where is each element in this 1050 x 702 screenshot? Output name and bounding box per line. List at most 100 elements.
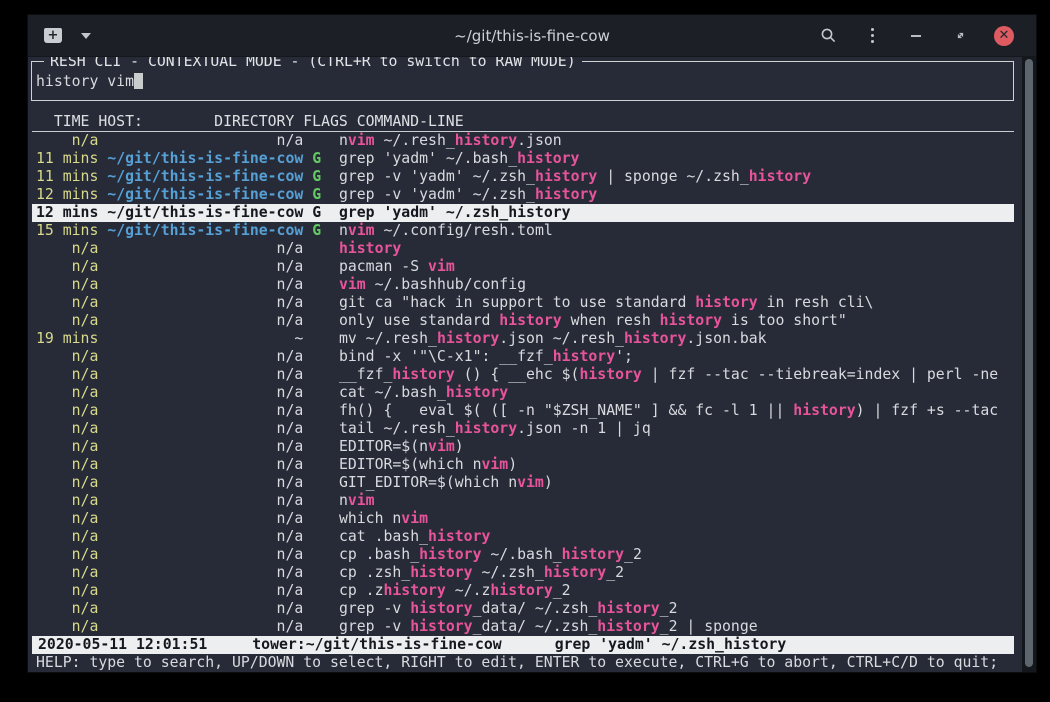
history-row[interactable]: 15 mins ~/git/this-is-fine-cow G nvim ~/…: [32, 222, 1014, 240]
help-bar: HELP: type to search, UP/DOWN to select,…: [32, 654, 1014, 672]
search-match: history: [517, 150, 579, 167]
cell-time: n/a: [36, 402, 98, 419]
cell-command: which nvim: [339, 510, 428, 527]
history-row-selected[interactable]: 12 mins ~/git/this-is-fine-cow G grep 'y…: [32, 204, 1014, 222]
search-match: history: [660, 312, 722, 329]
cell-directory: n/a: [107, 600, 303, 617]
command-text: EDITOR=$(which n: [339, 456, 482, 473]
command-text: _2: [553, 582, 571, 599]
cell-time: 19 mins: [36, 330, 98, 347]
cell-directory: ~/git/this-is-fine-cow: [107, 168, 303, 185]
new-tab-button[interactable]: +: [44, 28, 62, 43]
history-row[interactable]: n/a n/a grep -v history_data/ ~/.zsh_his…: [32, 618, 1014, 636]
cell-flags: [312, 564, 339, 581]
cell-flags: [312, 240, 339, 257]
cell-flags: [312, 132, 339, 149]
history-row[interactable]: n/a n/a pacman -S vim: [32, 258, 1014, 276]
search-match: vim: [348, 132, 375, 149]
history-row[interactable]: n/a n/a history: [32, 240, 1014, 258]
history-row[interactable]: n/a n/a grep -v history_data/ ~/.zsh_his…: [32, 600, 1014, 618]
cell-time: n/a: [36, 132, 98, 149]
search-match: history: [392, 366, 454, 383]
search-match: history: [339, 240, 401, 257]
cell-time: n/a: [36, 546, 98, 563]
tab-dropdown-button[interactable]: [76, 26, 96, 46]
history-row[interactable]: n/a n/a cp .zhistory ~/.zhistory_2: [32, 582, 1014, 600]
cell-time: n/a: [36, 258, 98, 275]
restore-button[interactable]: [950, 26, 970, 46]
cell-directory: n/a: [107, 546, 303, 563]
cell-command: GIT_EDITOR=$(which nvim): [339, 474, 553, 491]
command-text: GIT_EDITOR=$(which n: [339, 474, 517, 491]
cell-time: n/a: [36, 420, 98, 437]
cell-command: grep -v 'yadm' ~/.zsh_history: [339, 186, 597, 203]
history-row[interactable]: n/a n/a fh() { eval $( ([ -n "$ZSH_NAME"…: [32, 402, 1014, 420]
cell-flags: [312, 366, 339, 383]
cell-directory: n/a: [107, 294, 303, 311]
cell-flags: G: [312, 186, 339, 203]
search-match: history: [490, 582, 552, 599]
titlebar: + ~/git/this-is-fine-cow: [28, 15, 1036, 57]
cell-flags: G: [312, 150, 339, 167]
history-row[interactable]: n/a n/a git ca "hack in support to use s…: [32, 294, 1014, 312]
search-button[interactable]: [818, 26, 838, 46]
command-text: ';: [615, 348, 633, 365]
command-text: ~/.bash_: [481, 546, 561, 563]
cell-command: nvim ~/.config/resh.toml: [339, 222, 553, 239]
command-text: ~/.bashhub/config: [366, 276, 526, 293]
search-match: history: [562, 546, 624, 563]
command-text: ~/.resh_: [375, 132, 455, 149]
cell-flags: [312, 600, 339, 617]
cell-time: n/a: [36, 582, 98, 599]
cell-flags: [312, 294, 339, 311]
history-row[interactable]: n/a n/a cat ~/.bash_history: [32, 384, 1014, 402]
history-row[interactable]: n/a n/a EDITOR=$(nvim): [32, 438, 1014, 456]
cell-directory: n/a: [107, 528, 303, 545]
history-row[interactable]: n/a n/a __fzf_history () { __ehc $(histo…: [32, 366, 1014, 384]
history-row[interactable]: 12 mins ~/git/this-is-fine-cow G grep -v…: [32, 186, 1014, 204]
history-row[interactable]: n/a n/a cp .bash_history ~/.bash_history…: [32, 546, 1014, 564]
search-icon: [820, 27, 837, 44]
cell-time: n/a: [36, 528, 98, 545]
search-match: vim: [481, 456, 508, 473]
cell-flags: G: [312, 204, 339, 221]
cell-flags: [312, 474, 339, 491]
history-row[interactable]: 11 mins ~/git/this-is-fine-cow G grep 'y…: [32, 150, 1014, 168]
history-row[interactable]: n/a n/a tail ~/.resh_history.json -n 1 |…: [32, 420, 1014, 438]
command-text: cat .bash_: [339, 528, 428, 545]
close-button[interactable]: ✕: [994, 26, 1014, 46]
history-row[interactable]: n/a n/a vim ~/.bashhub/config: [32, 276, 1014, 294]
history-row[interactable]: n/a n/a nvim: [32, 492, 1014, 510]
cell-time: 11 mins: [36, 150, 98, 167]
history-row[interactable]: 11 mins ~/git/this-is-fine-cow G grep -v…: [32, 168, 1014, 186]
terminal-window: + ~/git/this-is-fine-cow: [27, 14, 1037, 673]
command-text: grep -v: [339, 600, 410, 617]
history-row[interactable]: n/a n/a bind -x '"\C-x1": __fzf_history'…: [32, 348, 1014, 366]
history-row[interactable]: 19 mins ~ mv ~/.resh_history.json ~/.res…: [32, 330, 1014, 348]
history-row[interactable]: n/a n/a cp .zsh_history ~/.zsh_history_2: [32, 564, 1014, 582]
cell-command: grep 'yadm' ~/.zsh_history: [339, 204, 571, 221]
command-text: .json: [517, 132, 562, 149]
history-row[interactable]: n/a n/a GIT_EDITOR=$(which nvim): [32, 474, 1014, 492]
search-match: history: [597, 600, 659, 617]
cell-time: n/a: [36, 384, 98, 401]
command-text: ) | fzf +s --tac: [856, 402, 999, 419]
history-row[interactable]: n/a n/a EDITOR=$(which nvim): [32, 456, 1014, 474]
history-row[interactable]: n/a n/a nvim ~/.resh_history.json: [32, 132, 1014, 150]
command-text: _2: [660, 600, 678, 617]
history-row[interactable]: n/a n/a cat .bash_history: [32, 528, 1014, 546]
cell-command: grep -v 'yadm' ~/.zsh_history | sponge ~…: [339, 168, 811, 185]
cell-command: nvim ~/.resh_history.json: [339, 132, 562, 149]
cell-flags: [312, 312, 339, 329]
cell-flags: G: [312, 222, 339, 239]
minimize-button[interactable]: [906, 26, 926, 46]
scrollbar-thumb[interactable]: [1025, 59, 1033, 667]
history-row[interactable]: n/a n/a which nvim: [32, 510, 1014, 528]
history-row[interactable]: n/a n/a only use standard history when r…: [32, 312, 1014, 330]
command-text: _data/ ~/.zsh_: [473, 600, 598, 617]
scrollbar[interactable]: [1022, 57, 1036, 672]
search-match: history: [535, 186, 597, 203]
minimize-icon: [911, 35, 921, 37]
cell-command: pacman -S vim: [339, 258, 455, 275]
menu-button[interactable]: [862, 26, 882, 46]
